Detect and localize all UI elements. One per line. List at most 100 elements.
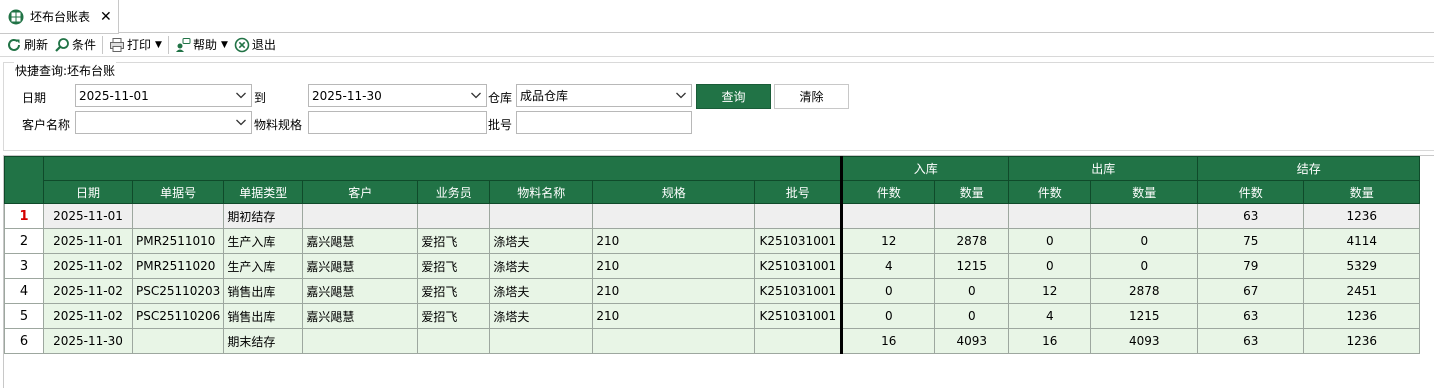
cell-doc-no[interactable]: PMR2511010 — [131, 228, 225, 254]
row-number[interactable]: 5 — [4, 303, 44, 329]
cell-doc-type[interactable]: 生产入库 — [223, 228, 304, 254]
cell-batch[interactable] — [754, 203, 843, 229]
cell-in-qty[interactable]: 0 — [934, 303, 1010, 329]
cell-stock-pcs[interactable]: 63 — [1197, 303, 1305, 329]
col-header-out-pcs[interactable]: 件数 — [1008, 180, 1092, 204]
exit-button[interactable]: 退出 — [231, 34, 279, 56]
col-header-salesman[interactable]: 业务员 — [417, 180, 491, 204]
cell-doc-no[interactable] — [131, 203, 225, 229]
table-row[interactable]: 3 2025-11-02 PMR2511020 生产入库 嘉兴飓慧 爱招飞 涤塔… — [4, 253, 1421, 279]
chevron-down-icon[interactable] — [235, 89, 247, 101]
cell-stock-qty[interactable]: 5329 — [1303, 253, 1421, 279]
cell-customer[interactable]: 嘉兴飓慧 — [302, 253, 419, 279]
table-row[interactable]: 2 2025-11-01 PMR2511010 生产入库 嘉兴飓慧 爱招飞 涤塔… — [4, 228, 1421, 254]
cell-in-qty[interactable] — [934, 203, 1010, 229]
clear-button[interactable]: 清除 — [774, 84, 849, 109]
cell-material[interactable]: 涤塔夫 — [489, 228, 594, 254]
cell-doc-type[interactable]: 销售出库 — [223, 303, 304, 329]
cell-salesman[interactable]: 爱招飞 — [417, 228, 491, 254]
col-header-in-pcs[interactable]: 件数 — [840, 180, 936, 204]
cell-out-qty[interactable]: 0 — [1090, 253, 1199, 279]
cell-out-pcs[interactable]: 12 — [1008, 278, 1092, 304]
cell-stock-pcs[interactable]: 67 — [1197, 278, 1305, 304]
cell-material[interactable]: 涤塔夫 — [489, 278, 594, 304]
cell-doc-type[interactable]: 期初结存 — [223, 203, 304, 229]
batch-field[interactable] — [516, 111, 692, 134]
cell-in-pcs[interactable]: 12 — [840, 228, 936, 254]
cell-out-pcs[interactable]: 0 — [1008, 253, 1092, 279]
spec-field[interactable] — [308, 111, 487, 134]
cell-in-qty[interactable]: 0 — [934, 278, 1010, 304]
cell-in-pcs[interactable] — [840, 203, 936, 229]
col-header-material[interactable]: 物料名称 — [489, 180, 594, 204]
cell-date[interactable]: 2025-11-01 — [43, 203, 133, 229]
table-row[interactable]: 1 2025-11-01 期初结存 63 1236 — [4, 203, 1421, 229]
cell-material[interactable]: 涤塔夫 — [489, 253, 594, 279]
cell-out-pcs[interactable]: 16 — [1008, 328, 1092, 354]
cell-in-pcs[interactable]: 0 — [840, 278, 936, 304]
col-header-stock-qty[interactable]: 数量 — [1303, 180, 1421, 204]
cell-batch[interactable]: K251031001 — [754, 303, 843, 329]
col-header-batch[interactable]: 批号 — [754, 180, 843, 204]
col-header-stock-pcs[interactable]: 件数 — [1197, 180, 1305, 204]
cell-date[interactable]: 2025-11-30 — [43, 328, 133, 354]
cell-in-qty[interactable]: 1215 — [934, 253, 1010, 279]
cell-doc-no[interactable] — [131, 328, 225, 354]
cell-salesman[interactable]: 爱招飞 — [417, 278, 491, 304]
cell-stock-qty[interactable]: 1236 — [1303, 328, 1421, 354]
cell-stock-qty[interactable]: 1236 — [1303, 303, 1421, 329]
table-row[interactable]: 6 2025-11-30 期末结存 16 4093 16 4093 63 123… — [4, 328, 1421, 354]
cell-doc-no[interactable]: PMR2511020 — [131, 253, 225, 279]
cell-stock-qty[interactable]: 4114 — [1303, 228, 1421, 254]
cell-in-pcs[interactable]: 4 — [840, 253, 936, 279]
cell-stock-pcs[interactable]: 75 — [1197, 228, 1305, 254]
cell-date[interactable]: 2025-11-02 — [43, 303, 133, 329]
condition-button[interactable]: 条件 — [51, 34, 99, 56]
cell-customer[interactable]: 嘉兴飓慧 — [302, 228, 419, 254]
cell-material[interactable] — [489, 328, 594, 354]
cell-salesman[interactable]: 爱招飞 — [417, 303, 491, 329]
cell-material[interactable]: 涤塔夫 — [489, 303, 594, 329]
col-header-doc-type[interactable]: 单据类型 — [223, 180, 304, 204]
cell-material[interactable] — [489, 203, 594, 229]
close-icon[interactable]: ✕ — [100, 9, 112, 25]
cell-date[interactable]: 2025-11-02 — [43, 253, 133, 279]
cell-in-pcs[interactable]: 16 — [840, 328, 936, 354]
row-number[interactable]: 2 — [4, 228, 44, 254]
cell-out-qty[interactable]: 0 — [1090, 228, 1199, 254]
cell-spec[interactable]: 210 — [592, 278, 756, 304]
cell-salesman[interactable]: 爱招飞 — [417, 253, 491, 279]
chevron-down-icon[interactable] — [235, 116, 247, 128]
cell-out-pcs[interactable] — [1008, 203, 1092, 229]
cell-out-pcs[interactable]: 0 — [1008, 228, 1092, 254]
cell-out-qty[interactable]: 2878 — [1090, 278, 1199, 304]
row-number[interactable]: 3 — [4, 253, 44, 279]
table-row[interactable]: 4 2025-11-02 PSC25110203 销售出库 嘉兴飓慧 爱招飞 涤… — [4, 278, 1421, 304]
chevron-down-icon[interactable] — [470, 89, 482, 101]
cell-doc-type[interactable]: 期末结存 — [223, 328, 304, 354]
cell-batch[interactable]: K251031001 — [754, 278, 843, 304]
cell-batch[interactable]: K251031001 — [754, 253, 843, 279]
cell-stock-qty[interactable]: 2451 — [1303, 278, 1421, 304]
cell-spec[interactable] — [592, 328, 756, 354]
cell-stock-pcs[interactable]: 79 — [1197, 253, 1305, 279]
cell-customer[interactable] — [302, 203, 419, 229]
help-button[interactable]: 帮助 ▼ — [172, 34, 231, 56]
cell-salesman[interactable] — [417, 203, 491, 229]
cell-spec[interactable]: 210 — [592, 253, 756, 279]
cell-customer[interactable]: 嘉兴飓慧 — [302, 278, 419, 304]
date-to-picker[interactable]: 2025-11-30 — [308, 84, 487, 107]
warehouse-select[interactable]: 成品仓库 — [516, 84, 692, 107]
cell-doc-type[interactable]: 销售出库 — [223, 278, 304, 304]
col-header-spec[interactable]: 规格 — [592, 180, 756, 204]
cell-spec[interactable] — [592, 203, 756, 229]
col-header-out-qty[interactable]: 数量 — [1090, 180, 1199, 204]
date-from-picker[interactable]: 2025-11-01 — [75, 84, 252, 107]
cell-customer[interactable]: 嘉兴飓慧 — [302, 303, 419, 329]
cell-doc-no[interactable]: PSC25110203 — [131, 278, 225, 304]
cell-date[interactable]: 2025-11-01 — [43, 228, 133, 254]
cell-out-qty[interactable]: 1215 — [1090, 303, 1199, 329]
cell-stock-qty[interactable]: 1236 — [1303, 203, 1421, 229]
search-button[interactable]: 查询 — [696, 84, 771, 109]
tab-ledger[interactable]: 坯布台账表 ✕ — [0, 0, 119, 34]
